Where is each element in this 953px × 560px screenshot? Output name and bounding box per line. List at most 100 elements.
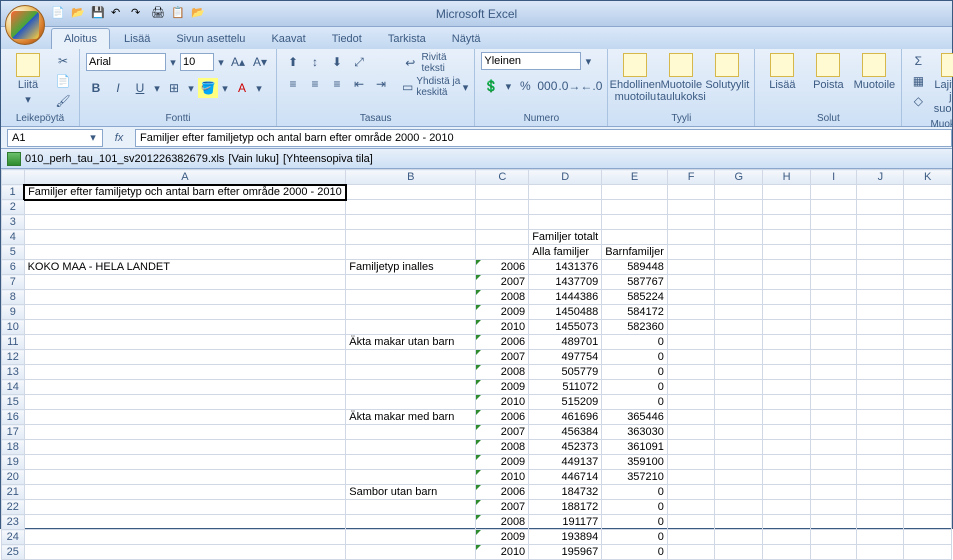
paste-button[interactable]: Liitä ▾ <box>7 51 49 108</box>
cell-I19[interactable] <box>811 455 857 470</box>
cell-D11[interactable]: 489701 <box>529 335 602 350</box>
cell-E2[interactable] <box>602 200 668 215</box>
cell-J25[interactable] <box>857 545 904 560</box>
cell-E18[interactable]: 361091 <box>602 440 668 455</box>
cell-B13[interactable] <box>346 365 476 380</box>
cell-I2[interactable] <box>811 200 857 215</box>
cell-I6[interactable] <box>811 260 857 275</box>
row-header-9[interactable]: 9 <box>2 305 25 320</box>
cell-F4[interactable] <box>667 230 714 245</box>
row-header-21[interactable]: 21 <box>2 485 25 500</box>
cell-D12[interactable]: 497754 <box>529 350 602 365</box>
open-icon[interactable]: 📂 <box>71 6 87 22</box>
cell-G2[interactable] <box>715 200 763 215</box>
font-color-button[interactable]: A <box>232 78 252 98</box>
cell-E22[interactable]: 0 <box>602 500 668 515</box>
cell-F23[interactable] <box>667 515 714 530</box>
cell-H5[interactable] <box>763 245 811 260</box>
cell-F10[interactable] <box>667 320 714 335</box>
cell-E8[interactable]: 585224 <box>602 290 668 305</box>
chevron-down-icon[interactable]: ▾ <box>152 82 162 95</box>
font-name-select[interactable] <box>86 53 166 71</box>
cell-F12[interactable] <box>667 350 714 365</box>
increase-decimal-icon[interactable]: .0→ <box>559 76 579 96</box>
chevron-down-icon[interactable]: ▾ <box>216 56 226 69</box>
cell-I17[interactable] <box>811 425 857 440</box>
cell-D15[interactable]: 515209 <box>529 395 602 410</box>
cell-G11[interactable] <box>715 335 763 350</box>
cell-C16[interactable]: 2006 <box>476 410 529 425</box>
column-header-J[interactable]: J <box>857 170 904 185</box>
row-header-13[interactable]: 13 <box>2 365 25 380</box>
name-box[interactable]: A1▾ <box>7 129 103 147</box>
cell-G10[interactable] <box>715 320 763 335</box>
cell-J22[interactable] <box>857 500 904 515</box>
cell-I10[interactable] <box>811 320 857 335</box>
cell-G17[interactable] <box>715 425 763 440</box>
cell-H3[interactable] <box>763 215 811 230</box>
cell-B16[interactable]: Äkta makar med barn <box>346 410 476 425</box>
cell-H6[interactable] <box>763 260 811 275</box>
sort-filter-button[interactable]: Lajittele ja suodata <box>932 51 953 117</box>
cell-E5[interactable]: Barnfamiljer <box>602 245 668 260</box>
cell-D6[interactable]: 1431376 <box>529 260 602 275</box>
cell-F5[interactable] <box>667 245 714 260</box>
cell-D16[interactable]: 461696 <box>529 410 602 425</box>
cell-H16[interactable] <box>763 410 811 425</box>
cell-B23[interactable] <box>346 515 476 530</box>
cell-J23[interactable] <box>857 515 904 530</box>
cell-B2[interactable] <box>346 200 476 215</box>
cell-A17[interactable] <box>24 425 346 440</box>
cell-K10[interactable] <box>904 320 952 335</box>
border-button[interactable]: ⊞ <box>164 78 184 98</box>
row-header-20[interactable]: 20 <box>2 470 25 485</box>
cell-A3[interactable] <box>24 215 346 230</box>
cell-J12[interactable] <box>857 350 904 365</box>
cell-G19[interactable] <box>715 455 763 470</box>
cell-J1[interactable] <box>857 185 904 200</box>
cell-A12[interactable] <box>24 350 346 365</box>
tab-lisaa[interactable]: Lisää <box>112 29 162 49</box>
cell-G3[interactable] <box>715 215 763 230</box>
cell-C15[interactable]: 2010 <box>476 395 529 410</box>
row-header-22[interactable]: 22 <box>2 500 25 515</box>
tab-kaavat[interactable]: Kaavat <box>259 29 317 49</box>
cell-F6[interactable] <box>667 260 714 275</box>
cell-E1[interactable] <box>602 185 668 200</box>
select-all-corner[interactable] <box>2 170 25 185</box>
cell-B24[interactable] <box>346 530 476 545</box>
cell-K7[interactable] <box>904 275 952 290</box>
spreadsheet-grid[interactable]: ABCDEFGHIJK1Familjer efter familjetyp oc… <box>1 169 952 560</box>
cell-C11[interactable]: 2006 <box>476 335 529 350</box>
open2-icon[interactable]: 📂 <box>191 6 207 22</box>
cell-K22[interactable] <box>904 500 952 515</box>
cell-A20[interactable] <box>24 470 346 485</box>
cell-H25[interactable] <box>763 545 811 560</box>
copy-icon[interactable]: 📄 <box>53 71 73 91</box>
row-header-5[interactable]: 5 <box>2 245 25 260</box>
cell-A15[interactable] <box>24 395 346 410</box>
cell-E7[interactable]: 587767 <box>602 275 668 290</box>
cell-J19[interactable] <box>857 455 904 470</box>
cell-H8[interactable] <box>763 290 811 305</box>
cell-H18[interactable] <box>763 440 811 455</box>
cell-J11[interactable] <box>857 335 904 350</box>
column-header-B[interactable]: B <box>346 170 476 185</box>
chevron-down-icon[interactable]: ▾ <box>168 56 178 69</box>
cell-B12[interactable] <box>346 350 476 365</box>
cell-G23[interactable] <box>715 515 763 530</box>
cell-A18[interactable] <box>24 440 346 455</box>
fill-color-button[interactable]: 🪣 <box>198 78 218 98</box>
cell-K23[interactable] <box>904 515 952 530</box>
cell-A10[interactable] <box>24 320 346 335</box>
cell-C8[interactable]: 2008 <box>476 290 529 305</box>
cell-J17[interactable] <box>857 425 904 440</box>
cell-H21[interactable] <box>763 485 811 500</box>
row-header-12[interactable]: 12 <box>2 350 25 365</box>
cell-I12[interactable] <box>811 350 857 365</box>
cell-G21[interactable] <box>715 485 763 500</box>
cell-F17[interactable] <box>667 425 714 440</box>
cell-E14[interactable]: 0 <box>602 380 668 395</box>
cell-A24[interactable] <box>24 530 346 545</box>
cell-B5[interactable] <box>346 245 476 260</box>
